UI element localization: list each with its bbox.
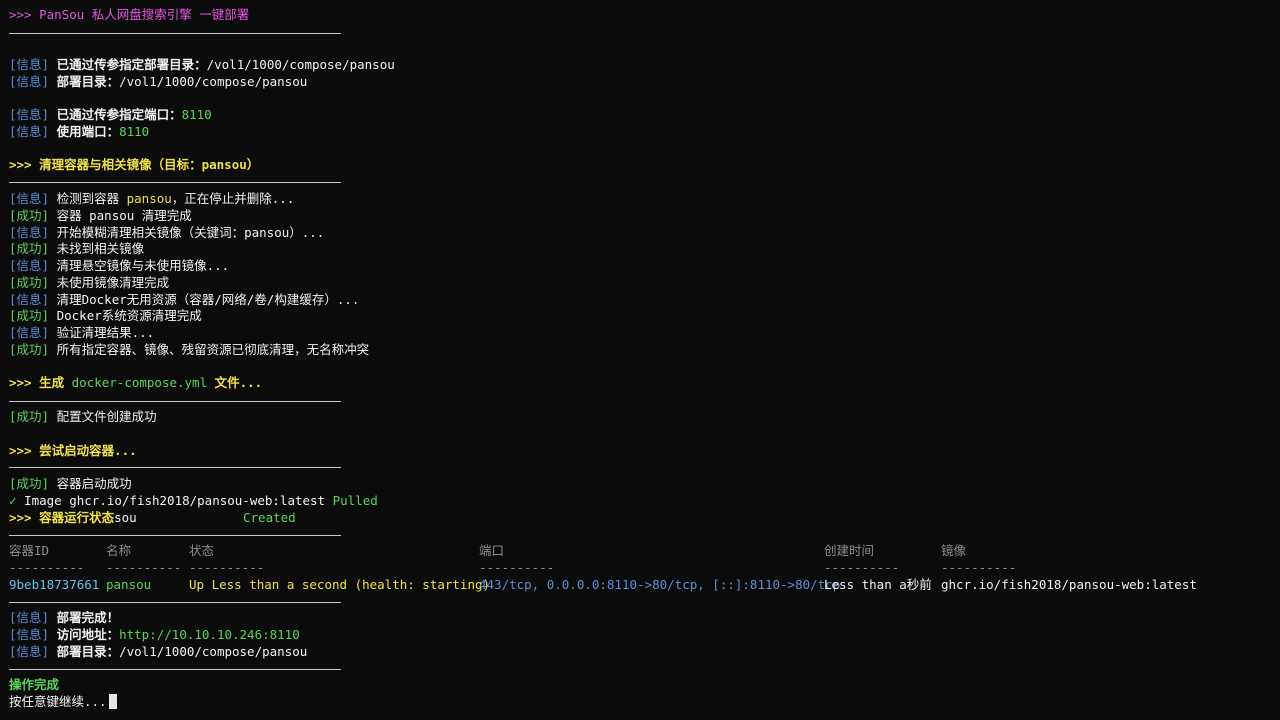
info-tag: [信息] — [9, 225, 50, 240]
info-tag: [信息] — [9, 57, 50, 72]
success-tag: [成功] — [9, 241, 50, 256]
log-line: [信息] 检测到容器 pansou，正在停止并删除... — [9, 191, 295, 206]
container-id: 9beb18737661 — [9, 577, 100, 592]
col-underline: ---------- — [824, 560, 900, 575]
info-tag: [信息] — [9, 107, 50, 122]
cursor-block — [108, 694, 117, 709]
container-created: Less than a秒前 — [824, 577, 932, 592]
separator — [9, 182, 341, 183]
log-line: [信息] 使用端口：8110 — [9, 124, 150, 139]
col-header-status: 状态 — [189, 543, 215, 558]
log-line: [成功] 未使用镜像清理完成 — [9, 275, 170, 290]
log-line: [成功] 容器 pansou 清理完成 — [9, 208, 192, 223]
info-tag: [信息] — [9, 610, 50, 625]
col-header-ports: 端口 — [479, 543, 505, 558]
col-header-created: 创建时间 — [824, 543, 875, 558]
success-tag: [成功] — [9, 308, 50, 323]
info-tag: [信息] — [9, 258, 50, 273]
success-tag: [成功] — [9, 208, 50, 223]
separator — [9, 535, 341, 536]
col-underline: ---------- — [189, 560, 265, 575]
log-line: [成功] 配置文件创建成功 — [9, 409, 157, 424]
container-image: ghcr.io/fish2018/pansou-web:latest — [941, 577, 1197, 592]
log-line: [信息] 已通过传参指定端口：8110 — [9, 107, 212, 122]
info-tag: [信息] — [9, 124, 50, 139]
col-underline: ---------- — [941, 560, 1017, 575]
done-message: 操作完成 — [9, 677, 60, 692]
access-url[interactable]: http://10.10.10.246:8110 — [119, 627, 300, 642]
script-title: >>> PanSou 私人网盘搜索引擎 一键部署 — [9, 7, 250, 22]
log-line: [成功] 所有指定容器、镜像、残留资源已彻底清理，无名称冲突 — [9, 342, 370, 357]
col-header-name: 名称 — [106, 543, 132, 558]
check-icon: ✓ — [9, 493, 17, 508]
success-tag: [成功] — [9, 409, 50, 424]
log-line: [成功] Docker系统资源清理完成 — [9, 308, 202, 323]
log-line: [信息] 验证清理结果... — [9, 325, 155, 340]
log-line: [信息] 访问地址：http://10.10.10.246:8110 — [9, 627, 300, 642]
container-status: Up Less than a second (health: starting) — [189, 577, 491, 592]
log-line: [信息] 清理悬空镜像与未使用镜像... — [9, 258, 230, 273]
pull-line: ✓ Image ghcr.io/fish2018/pansou-web:late… — [9, 493, 378, 508]
container-name: pansou — [106, 577, 152, 592]
info-tag: [信息] — [9, 325, 50, 340]
info-tag: [信息] — [9, 74, 50, 89]
info-tag: [信息] — [9, 191, 50, 206]
created-status: Created — [243, 510, 296, 525]
log-line: [信息] 部署完成！ — [9, 610, 120, 625]
container-ports: 443/tcp, 0.0.0.0:8110->80/tcp, [::]:8110… — [479, 577, 841, 592]
separator — [9, 33, 341, 34]
info-tag: [信息] — [9, 292, 50, 307]
success-tag: [成功] — [9, 275, 50, 290]
log-line: [信息] 开始模糊清理相关镜像（关键词：pansou）... — [9, 225, 325, 240]
status-line: >>> 容器运行状态sou — [9, 510, 137, 525]
col-header-id: 容器ID — [9, 543, 50, 558]
separator — [9, 602, 341, 603]
section-header: >>> 尝试启动容器... — [9, 443, 137, 458]
section-header: >>> 生成 docker-compose.yml 文件... — [9, 375, 263, 390]
col-underline: ---------- — [106, 560, 182, 575]
col-underline: ---------- — [479, 560, 555, 575]
separator — [9, 467, 341, 468]
terminal-window[interactable]: >>> PanSou 私人网盘搜索引擎 一键部署 [信息] 已通过传参指定部署目… — [0, 0, 1280, 720]
separator — [9, 401, 341, 402]
success-tag: [成功] — [9, 476, 50, 491]
separator — [9, 669, 341, 670]
info-tag: [信息] — [9, 644, 50, 659]
press-key-prompt[interactable]: 按任意键继续... — [9, 694, 117, 710]
log-line: [信息] 部署目录：/vol1/1000/compose/pansou — [9, 644, 308, 659]
log-line: [成功] 未找到相关镜像 — [9, 241, 145, 256]
col-underline: ---------- — [9, 560, 85, 575]
log-line: [信息] 清理Docker无用资源（容器/网络/卷/构建缓存）... — [9, 292, 360, 307]
info-tag: [信息] — [9, 627, 50, 642]
col-header-image: 镜像 — [941, 543, 967, 558]
log-line: [信息] 部署目录：/vol1/1000/compose/pansou — [9, 74, 308, 89]
success-tag: [成功] — [9, 342, 50, 357]
section-header: >>> 清理容器与相关镜像（目标：pansou） — [9, 157, 260, 172]
log-line: [成功] 容器启动成功 — [9, 476, 132, 491]
log-line: [信息] 已通过传参指定部署目录：/vol1/1000/compose/pans… — [9, 57, 395, 72]
